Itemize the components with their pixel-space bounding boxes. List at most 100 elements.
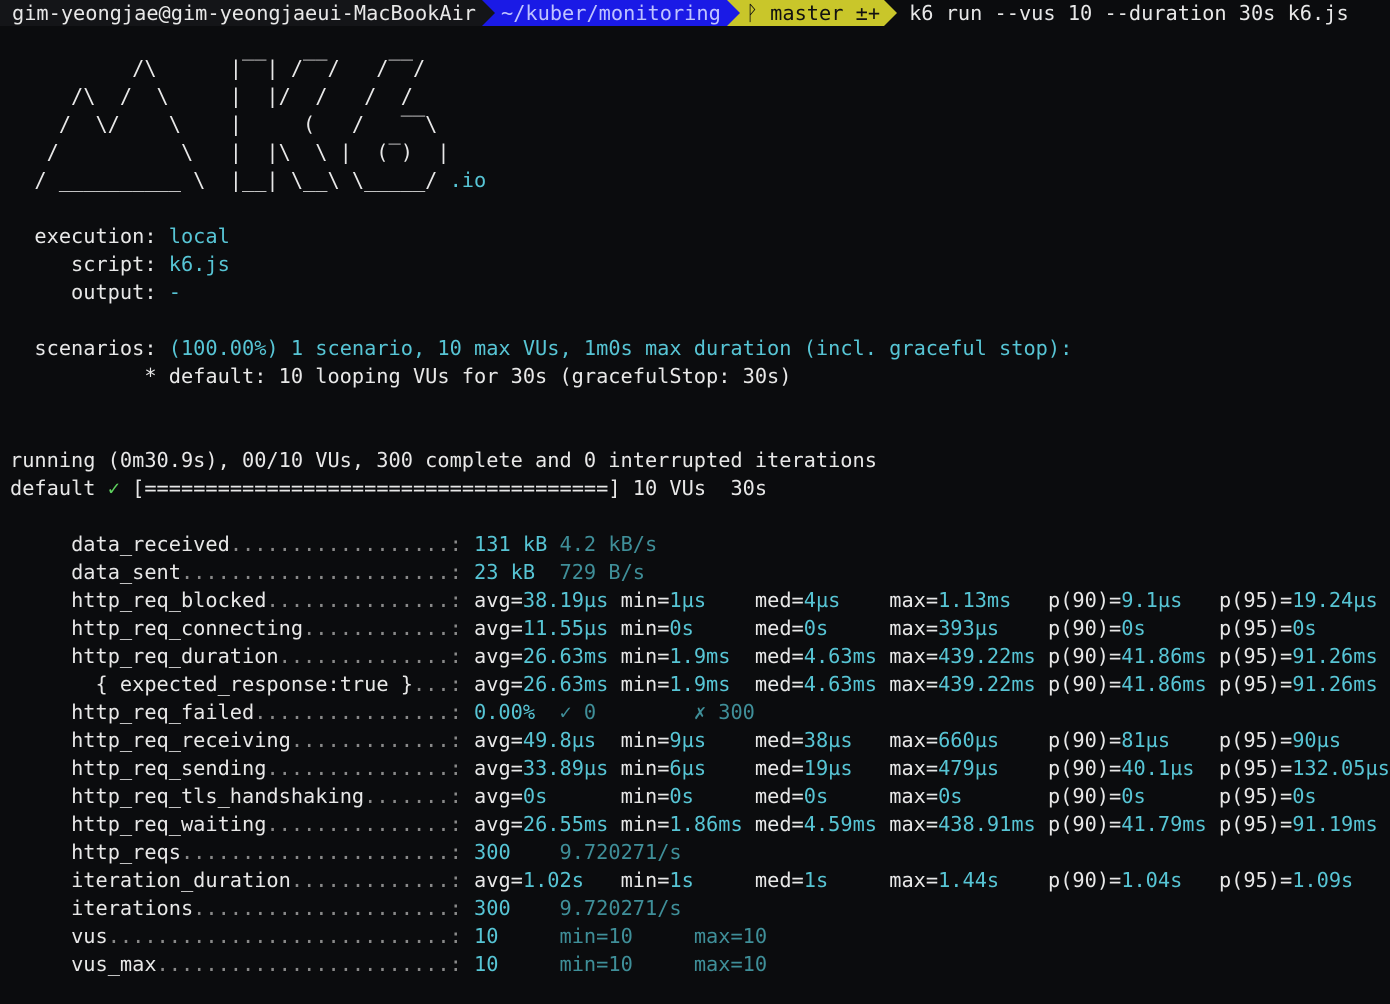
metric-stat-key: avg= — [474, 588, 523, 612]
metric-name: vus — [71, 924, 108, 948]
metric-name: iterations — [71, 896, 194, 920]
metric-stat-key: med= — [754, 588, 804, 612]
metric-stat-key: p(90)= — [1047, 756, 1122, 780]
metric-stat-value: 38µs — [803, 728, 853, 752]
metric-stat-key: p(95)= — [1218, 728, 1293, 752]
progress-line: default ✓ [=============================… — [10, 474, 767, 502]
metric-leader-dots: ...: — [412, 672, 462, 696]
metric-value: ✓ 0 — [559, 700, 597, 724]
metric-leader-dots: ................: — [254, 700, 462, 724]
metric-stat-value: 19.24µs — [1292, 588, 1378, 612]
metric-stat-value: 1.13ms — [938, 588, 1012, 612]
metric-leader-dots: .............: — [290, 728, 462, 752]
metric-stat-value: 1.86ms — [669, 812, 743, 836]
metric-stat-key: p(90)= — [1047, 644, 1122, 668]
metric-stat-value: 1s — [803, 868, 829, 892]
metric-stat-value: 91.19ms — [1292, 812, 1378, 836]
metric-stat-key: avg= — [474, 644, 523, 668]
metric-stat-key: max= — [889, 672, 939, 696]
metric-stat-key: min= — [620, 756, 670, 780]
output-line: output: - — [10, 278, 181, 306]
metric-stat-key: p(95)= — [1218, 672, 1293, 696]
metric-name: http_req_waiting — [71, 812, 267, 836]
metric-name: { expected_response:true } — [71, 672, 413, 696]
metric-stat-key: med= — [754, 756, 804, 780]
metric-stat-key: p(95)= — [1218, 756, 1293, 780]
scenarios-line: scenarios: (100.00%) 1 scenario, 10 max … — [10, 334, 1072, 362]
metric-name: http_req_blocked — [71, 588, 267, 612]
metric-stat-key: p(90)= — [1047, 728, 1122, 752]
metric-row: http_req_waiting...............: avg=26.… — [10, 810, 1378, 838]
execution-line: execution: local — [10, 222, 229, 250]
metric-name: http_req_connecting — [71, 616, 304, 640]
metric-stat-value: 41.86ms — [1121, 672, 1207, 696]
metric-value: 300 — [474, 840, 511, 864]
metric-stat-value: 9µs — [669, 728, 707, 752]
metric-value: 9.720271/s — [559, 840, 682, 864]
script-line: script: k6.js — [10, 250, 230, 278]
metric-value: min=10 — [559, 924, 633, 948]
metric-stat-value: 393µs — [938, 616, 1000, 640]
metric-stat-value: 4µs — [803, 588, 841, 612]
metric-value: ✗ 300 — [693, 700, 755, 724]
metric-stat-key: max= — [889, 756, 939, 780]
metric-row: { expected_response:true }...: avg=26.63… — [10, 670, 1378, 698]
metric-stat-value: 91.26ms — [1292, 672, 1378, 696]
metric-leader-dots: ........................: — [156, 952, 462, 976]
metric-value: 300 — [474, 896, 511, 920]
metric-stat-value: 4.59ms — [803, 812, 878, 836]
metric-row: vus............................: 10 min=… — [10, 922, 767, 950]
metric-name: data_sent — [71, 560, 181, 584]
metric-stat-key: min= — [620, 812, 670, 836]
metric-name: data_received — [71, 532, 230, 556]
metric-stat-value: 40.1µs — [1121, 756, 1195, 780]
metric-stat-key: max= — [889, 728, 939, 752]
metric-value: 4.2 kB/s — [559, 532, 658, 556]
check-icon: ✓ — [107, 476, 120, 500]
typed-command: k6 run --vus 10 --duration 30s k6.js — [909, 1, 1349, 25]
prompt-separator-arrow — [726, 0, 740, 26]
metric-leader-dots: ......................: — [180, 560, 462, 584]
metric-stat-key: avg= — [474, 728, 523, 752]
metric-stat-key: min= — [620, 784, 670, 808]
execution-label: execution: — [10, 224, 157, 248]
metric-stat-value: 1.9ms — [669, 644, 731, 668]
metric-row: vus_max........................: 10 min=… — [10, 950, 767, 978]
metric-leader-dots: .....................: — [193, 896, 462, 920]
metric-stat-value: 1.04s — [1121, 868, 1183, 892]
metric-stat-value: 0s — [938, 784, 963, 808]
metric-stat-value: 26.55ms — [522, 812, 609, 836]
metric-row: data_received..................: 131 kB … — [10, 530, 657, 558]
logo-line: /\ |‾‾| /‾‾/ /‾‾/ — [10, 56, 426, 80]
metric-row: http_reqs......................: 300 9.7… — [10, 838, 682, 866]
metric-name: http_req_failed — [71, 700, 255, 724]
metric-stat-key: min= — [620, 644, 670, 668]
metric-stat-value: 0s — [1121, 616, 1146, 640]
metric-stat-key: max= — [889, 616, 939, 640]
metric-stat-key: p(95)= — [1218, 784, 1293, 808]
metric-stat-key: p(90)= — [1047, 812, 1122, 836]
metric-stat-key: max= — [889, 784, 939, 808]
output-value: - — [168, 280, 181, 304]
metric-stat-key: p(90)= — [1047, 868, 1122, 892]
metric-stat-value: 1s — [669, 868, 694, 892]
metric-stat-value: 660µs — [938, 728, 1000, 752]
metric-value: 729 B/s — [559, 560, 645, 584]
metric-leader-dots: ...............: — [266, 756, 462, 780]
metric-value: max=10 — [693, 924, 768, 948]
metric-stat-key: max= — [889, 588, 939, 612]
metric-stat-key: med= — [754, 868, 804, 892]
metric-stat-key: avg= — [474, 812, 523, 836]
metric-stat-value: 1.44s — [938, 868, 1000, 892]
metric-stat-key: p(90)= — [1047, 784, 1122, 808]
metric-stat-key: min= — [620, 728, 670, 752]
metric-name: http_req_duration — [71, 644, 279, 668]
metric-stat-key: avg= — [474, 868, 523, 892]
metric-row: iteration_duration.............: avg=1.0… — [10, 866, 1353, 894]
terminal-window[interactable]: gim-yeongjae@gim-yeongjaeui-MacBookAir ~… — [0, 0, 1390, 1004]
logo-line: /\ / \ | |/ / / / — [10, 84, 413, 108]
metric-stat-key: p(90)= — [1047, 588, 1122, 612]
metric-stat-value: 81µs — [1121, 728, 1171, 752]
metric-value: 10 — [474, 924, 499, 948]
metric-stat-value: 19µs — [803, 756, 853, 780]
